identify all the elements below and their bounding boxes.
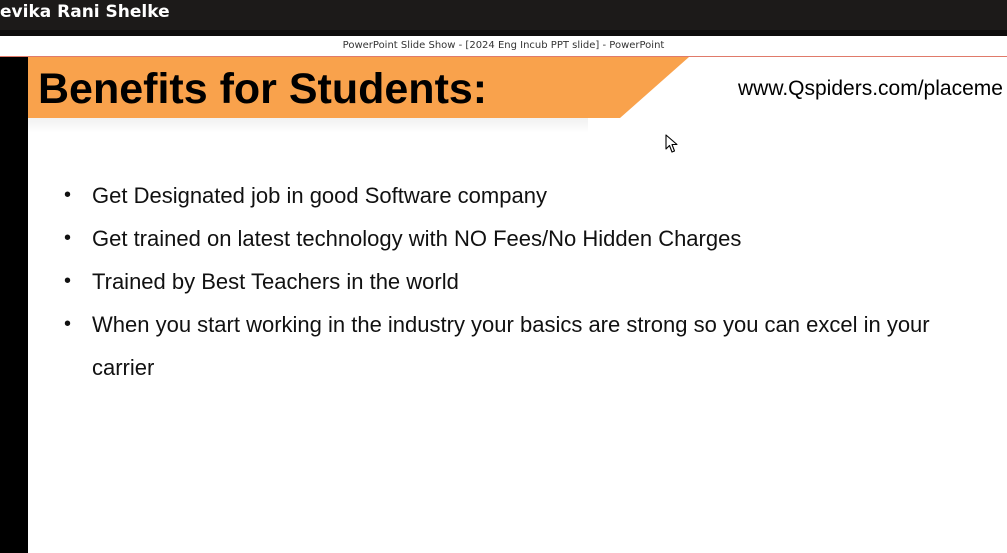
bullet-text: Get Designated job in good Software comp…	[92, 183, 547, 208]
screen: evika Rani Shelke PowerPoint Slide Show …	[0, 0, 1007, 553]
slide-left-edge	[0, 57, 28, 553]
bullet-text: Trained by Best Teachers in the world	[92, 269, 459, 294]
bullet-icon: •	[64, 313, 72, 335]
bullet-item: • When you start working in the industry…	[64, 303, 944, 389]
slide-title: Benefits for Students:	[38, 65, 488, 113]
bullet-icon: •	[64, 227, 72, 249]
bullet-text: Get trained on latest technology with NO…	[92, 226, 742, 251]
window-title: PowerPoint Slide Show - [2024 Eng Incub …	[342, 40, 665, 51]
mouse-pointer-icon	[665, 134, 678, 153]
bullet-icon: •	[64, 184, 72, 206]
presenter-name: evika Rani Shelke	[0, 2, 170, 22]
website-url: www.Qspiders.com/placeme	[738, 77, 1003, 100]
header-banner-shadow	[28, 117, 588, 133]
slide-canvas[interactable]: Benefits for Students: www.Qspiders.com/…	[28, 57, 1007, 553]
bullet-item: • Get trained on latest technology with …	[64, 217, 944, 260]
bullet-item: • Get Designated job in good Software co…	[64, 174, 944, 217]
bullet-text: When you start working in the industry y…	[92, 312, 930, 380]
window-title-bar: PowerPoint Slide Show - [2024 Eng Incub …	[0, 36, 1007, 57]
bullet-item: • Trained by Best Teachers in the world	[64, 260, 944, 303]
presenter-name-bar: evika Rani Shelke	[0, 0, 1007, 30]
bullet-list: • Get Designated job in good Software co…	[64, 174, 944, 389]
bullet-icon: •	[64, 270, 72, 292]
